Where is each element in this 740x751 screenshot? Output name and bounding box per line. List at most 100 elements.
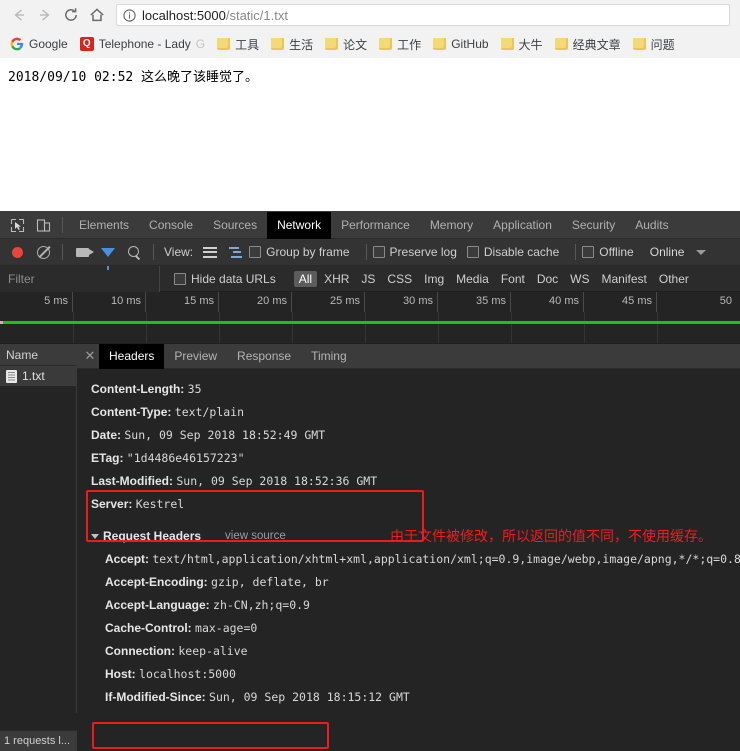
search-button[interactable] xyxy=(121,240,147,264)
checkbox-box[interactable] xyxy=(582,246,594,258)
bookmark-folder-experts[interactable]: 大牛 xyxy=(497,33,549,55)
chevron-down-icon[interactable] xyxy=(696,250,706,255)
timeline-gridline xyxy=(511,312,512,343)
waterfall-view-button[interactable] xyxy=(223,240,249,264)
folder-icon xyxy=(325,38,338,50)
filter-type-xhr[interactable]: XHR xyxy=(319,271,354,287)
checkbox-box[interactable] xyxy=(373,246,385,258)
header-key: Cache-Control: xyxy=(105,621,192,635)
capture-screenshots-button[interactable] xyxy=(69,240,95,264)
timeline-tick: 10 ms xyxy=(111,295,141,307)
filter-type-font[interactable]: Font xyxy=(496,271,530,287)
capture-screenshots-icon xyxy=(76,248,89,257)
bookmark-folder-papers[interactable]: 论文 xyxy=(321,33,373,55)
timeline-tick: 30 ms xyxy=(403,295,433,307)
forward-button[interactable] xyxy=(32,2,58,28)
bookmark-label: GitHub xyxy=(451,37,488,51)
tab-console[interactable]: Console xyxy=(139,212,203,239)
checkbox-box[interactable] xyxy=(467,246,479,258)
filter-type-img[interactable]: Img xyxy=(419,271,449,287)
filter-type-css[interactable]: CSS xyxy=(382,271,417,287)
header-row: If-Modified-Since: Sun, 09 Sep 2018 18:1… xyxy=(91,686,740,709)
reload-button[interactable] xyxy=(58,2,84,28)
close-icon[interactable]: ✕ xyxy=(81,348,99,364)
tab-memory[interactable]: Memory xyxy=(420,212,483,239)
bookmark-folder-classics[interactable]: 经典文章 xyxy=(551,33,627,55)
view-source-link[interactable]: view source xyxy=(225,525,286,548)
hide-data-urls-label: Hide data URLs xyxy=(191,272,276,286)
page-info-icon[interactable] xyxy=(123,9,136,22)
record-button[interactable] xyxy=(4,240,30,264)
tab-audits[interactable]: Audits xyxy=(625,212,678,239)
header-value: gzip, deflate, br xyxy=(211,575,329,589)
home-button[interactable] xyxy=(84,2,110,28)
header-value: text/plain xyxy=(175,405,244,419)
bookmark-folder-github[interactable]: GitHub xyxy=(429,33,494,55)
filter-type-media[interactable]: Media xyxy=(451,271,494,287)
triangle-down-icon[interactable] xyxy=(91,534,99,539)
filter-type-doc[interactable]: Doc xyxy=(532,271,563,287)
filter-type-manifest[interactable]: Manifest xyxy=(597,271,652,287)
clear-icon xyxy=(37,246,50,259)
header-key: Accept-Encoding: xyxy=(105,575,208,589)
inspect-element-button[interactable] xyxy=(4,213,30,237)
header-value: localhost:5000 xyxy=(139,667,236,681)
tab-sources[interactable]: Sources xyxy=(203,212,267,239)
filter-type-js[interactable]: JS xyxy=(356,271,380,287)
checkbox-box[interactable] xyxy=(249,246,261,258)
network-overview[interactable]: 5 ms 10 ms 15 ms 20 ms 25 ms 30 ms 35 ms… xyxy=(0,292,740,344)
disable-cache-checkbox[interactable]: Disable cache xyxy=(467,245,559,259)
tab-application[interactable]: Application xyxy=(483,212,562,239)
offline-checkbox[interactable]: Offline xyxy=(582,245,633,259)
filter-button[interactable] xyxy=(95,240,121,264)
google-icon xyxy=(10,37,24,51)
timeline-tick: 45 ms xyxy=(622,295,652,307)
tab-security[interactable]: Security xyxy=(562,212,625,239)
bookmark-telephone[interactable]: Q Telephone - Lady G xyxy=(76,33,211,55)
filter-type-other[interactable]: Other xyxy=(654,271,694,287)
devtools-toolbar: Elements Console Sources Network Perform… xyxy=(0,212,740,239)
bookmark-folder-questions[interactable]: 问题 xyxy=(629,33,681,55)
requests-column-header[interactable]: Name xyxy=(0,344,76,366)
forward-arrow-icon xyxy=(36,6,54,24)
timeline-gridline xyxy=(219,312,220,343)
header-row xyxy=(91,369,740,378)
tab-headers[interactable]: Headers xyxy=(99,344,164,369)
header-row: Content-Type: text/plain xyxy=(91,401,740,424)
folder-icon xyxy=(379,38,392,50)
bookmark-folder-tools[interactable]: 工具 xyxy=(213,33,265,55)
network-status-bar: 1 requests l... xyxy=(0,730,77,751)
bookmark-google[interactable]: Google xyxy=(6,33,74,55)
tab-performance[interactable]: Performance xyxy=(331,212,420,239)
tab-elements[interactable]: Elements xyxy=(69,212,139,239)
throttling-select[interactable]: Online xyxy=(650,245,685,259)
tab-network[interactable]: Network xyxy=(267,212,331,239)
device-toolbar-button[interactable] xyxy=(30,213,56,237)
filter-input[interactable] xyxy=(0,266,160,292)
url-text: localhost:5000/static/1.txt xyxy=(142,8,288,23)
back-button[interactable] xyxy=(6,2,32,28)
list-view-button[interactable] xyxy=(197,240,223,264)
address-bar[interactable]: localhost:5000/static/1.txt xyxy=(116,4,730,26)
tab-timing[interactable]: Timing xyxy=(301,344,357,369)
hide-data-urls-checkbox[interactable]: Hide data URLs xyxy=(174,272,276,286)
header-key: Last-Modified: xyxy=(91,474,173,488)
home-icon xyxy=(88,6,106,24)
clear-button[interactable] xyxy=(30,240,56,264)
filter-type-ws[interactable]: WS xyxy=(565,271,594,287)
timeline-tick: 40 ms xyxy=(549,295,579,307)
header-value: Kestrel xyxy=(136,497,184,511)
checkbox-box[interactable] xyxy=(174,273,186,285)
tab-preview[interactable]: Preview xyxy=(164,344,227,369)
bookmark-folder-life[interactable]: 生活 xyxy=(267,33,319,55)
inspect-element-icon xyxy=(10,218,25,233)
filter-type-all[interactable]: All xyxy=(294,271,317,287)
group-by-frame-checkbox[interactable]: Group by frame xyxy=(249,245,349,259)
bookmark-folder-work[interactable]: 工作 xyxy=(375,33,427,55)
header-value: text/html,application/xhtml+xml,applicat… xyxy=(152,552,740,566)
tab-response[interactable]: Response xyxy=(227,344,301,369)
header-key: If-Modified-Since: xyxy=(105,690,206,704)
table-row[interactable]: 1.txt xyxy=(0,366,76,386)
header-row: Date: Sun, 09 Sep 2018 18:52:49 GMT xyxy=(91,424,740,447)
preserve-log-checkbox[interactable]: Preserve log xyxy=(373,245,457,259)
